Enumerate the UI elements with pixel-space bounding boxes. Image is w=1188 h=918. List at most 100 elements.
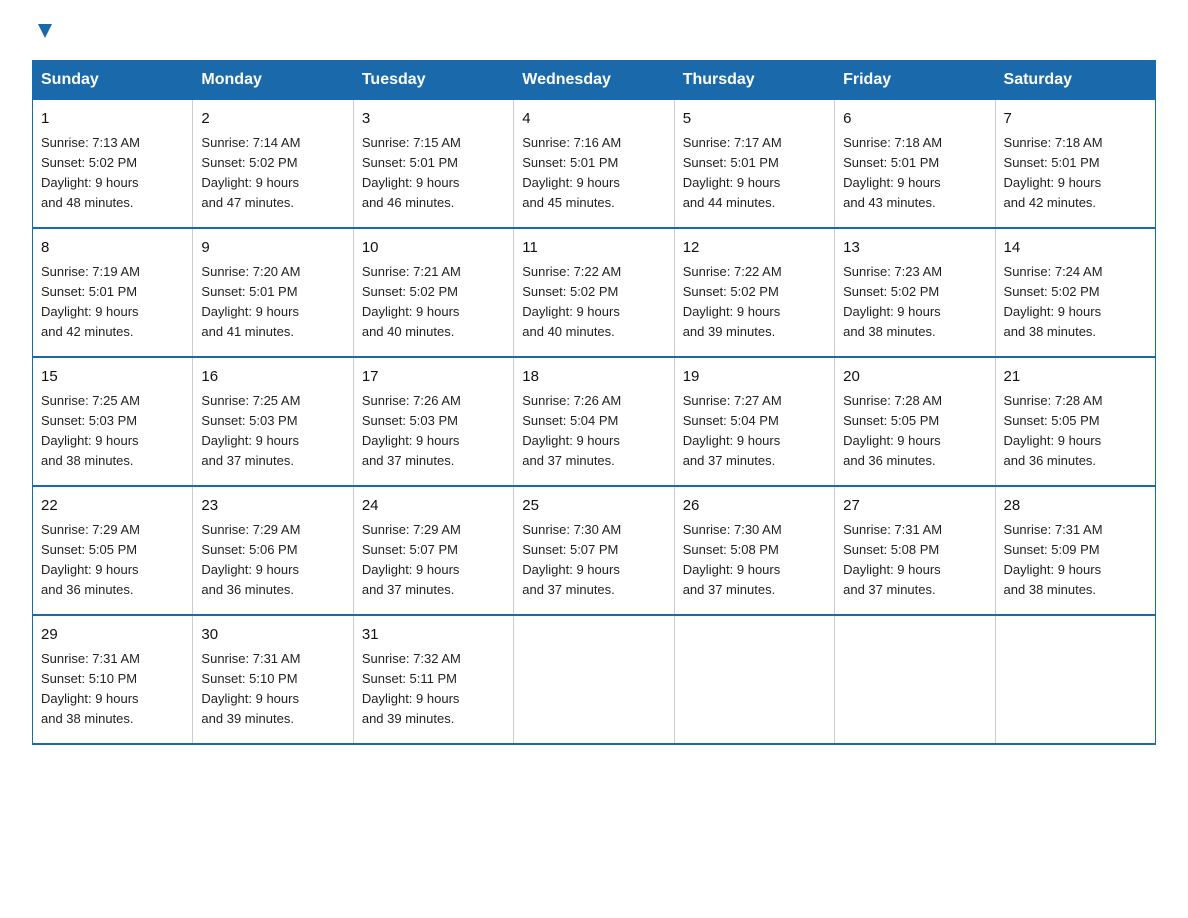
calendar-cell: 24 Sunrise: 7:29 AMSunset: 5:07 PMDaylig…: [353, 486, 513, 615]
day-number: 17: [362, 366, 505, 389]
weekday-header-tuesday: Tuesday: [353, 61, 513, 100]
weekday-header-thursday: Thursday: [674, 61, 834, 100]
page-header: [32, 24, 1156, 42]
calendar-cell: 19 Sunrise: 7:27 AMSunset: 5:04 PMDaylig…: [674, 357, 834, 486]
day-info: Sunrise: 7:22 AMSunset: 5:02 PMDaylight:…: [522, 262, 665, 343]
calendar-cell: [995, 615, 1155, 744]
calendar-cell: 22 Sunrise: 7:29 AMSunset: 5:05 PMDaylig…: [33, 486, 193, 615]
calendar-cell: 5 Sunrise: 7:17 AMSunset: 5:01 PMDayligh…: [674, 100, 834, 229]
day-number: 12: [683, 237, 826, 260]
weekday-header-monday: Monday: [193, 61, 353, 100]
day-info: Sunrise: 7:31 AMSunset: 5:10 PMDaylight:…: [41, 649, 184, 730]
weekday-header-friday: Friday: [835, 61, 995, 100]
day-info: Sunrise: 7:18 AMSunset: 5:01 PMDaylight:…: [843, 133, 986, 214]
calendar-cell: [674, 615, 834, 744]
day-number: 1: [41, 108, 184, 131]
week-row-3: 15 Sunrise: 7:25 AMSunset: 5:03 PMDaylig…: [33, 357, 1156, 486]
day-number: 23: [201, 495, 344, 518]
week-row-1: 1 Sunrise: 7:13 AMSunset: 5:02 PMDayligh…: [33, 100, 1156, 229]
day-number: 3: [362, 108, 505, 131]
day-info: Sunrise: 7:21 AMSunset: 5:02 PMDaylight:…: [362, 262, 505, 343]
calendar-cell: 9 Sunrise: 7:20 AMSunset: 5:01 PMDayligh…: [193, 228, 353, 357]
day-number: 7: [1004, 108, 1147, 131]
day-info: Sunrise: 7:23 AMSunset: 5:02 PMDaylight:…: [843, 262, 986, 343]
day-info: Sunrise: 7:29 AMSunset: 5:06 PMDaylight:…: [201, 520, 344, 601]
day-number: 15: [41, 366, 184, 389]
calendar-cell: [835, 615, 995, 744]
day-number: 2: [201, 108, 344, 131]
day-info: Sunrise: 7:20 AMSunset: 5:01 PMDaylight:…: [201, 262, 344, 343]
day-number: 20: [843, 366, 986, 389]
calendar-cell: 31 Sunrise: 7:32 AMSunset: 5:11 PMDaylig…: [353, 615, 513, 744]
day-number: 29: [41, 624, 184, 647]
weekday-header-saturday: Saturday: [995, 61, 1155, 100]
day-info: Sunrise: 7:32 AMSunset: 5:11 PMDaylight:…: [362, 649, 505, 730]
day-info: Sunrise: 7:13 AMSunset: 5:02 PMDaylight:…: [41, 133, 184, 214]
day-number: 21: [1004, 366, 1147, 389]
day-number: 5: [683, 108, 826, 131]
day-info: Sunrise: 7:16 AMSunset: 5:01 PMDaylight:…: [522, 133, 665, 214]
day-number: 4: [522, 108, 665, 131]
day-info: Sunrise: 7:29 AMSunset: 5:05 PMDaylight:…: [41, 520, 184, 601]
calendar-cell: 23 Sunrise: 7:29 AMSunset: 5:06 PMDaylig…: [193, 486, 353, 615]
day-info: Sunrise: 7:31 AMSunset: 5:10 PMDaylight:…: [201, 649, 344, 730]
day-number: 18: [522, 366, 665, 389]
week-row-5: 29 Sunrise: 7:31 AMSunset: 5:10 PMDaylig…: [33, 615, 1156, 744]
day-info: Sunrise: 7:28 AMSunset: 5:05 PMDaylight:…: [1004, 391, 1147, 472]
calendar-cell: 26 Sunrise: 7:30 AMSunset: 5:08 PMDaylig…: [674, 486, 834, 615]
calendar-cell: 17 Sunrise: 7:26 AMSunset: 5:03 PMDaylig…: [353, 357, 513, 486]
calendar-cell: 8 Sunrise: 7:19 AMSunset: 5:01 PMDayligh…: [33, 228, 193, 357]
day-number: 27: [843, 495, 986, 518]
day-info: Sunrise: 7:18 AMSunset: 5:01 PMDaylight:…: [1004, 133, 1147, 214]
day-info: Sunrise: 7:19 AMSunset: 5:01 PMDaylight:…: [41, 262, 184, 343]
calendar-cell: 25 Sunrise: 7:30 AMSunset: 5:07 PMDaylig…: [514, 486, 674, 615]
calendar-cell: 30 Sunrise: 7:31 AMSunset: 5:10 PMDaylig…: [193, 615, 353, 744]
logo: [32, 24, 56, 42]
day-number: 19: [683, 366, 826, 389]
calendar-cell: 13 Sunrise: 7:23 AMSunset: 5:02 PMDaylig…: [835, 228, 995, 357]
day-number: 14: [1004, 237, 1147, 260]
calendar-cell: 18 Sunrise: 7:26 AMSunset: 5:04 PMDaylig…: [514, 357, 674, 486]
day-number: 31: [362, 624, 505, 647]
day-info: Sunrise: 7:22 AMSunset: 5:02 PMDaylight:…: [683, 262, 826, 343]
day-info: Sunrise: 7:24 AMSunset: 5:02 PMDaylight:…: [1004, 262, 1147, 343]
calendar-cell: 16 Sunrise: 7:25 AMSunset: 5:03 PMDaylig…: [193, 357, 353, 486]
day-info: Sunrise: 7:29 AMSunset: 5:07 PMDaylight:…: [362, 520, 505, 601]
weekday-header-sunday: Sunday: [33, 61, 193, 100]
calendar-cell: 11 Sunrise: 7:22 AMSunset: 5:02 PMDaylig…: [514, 228, 674, 357]
day-info: Sunrise: 7:25 AMSunset: 5:03 PMDaylight:…: [41, 391, 184, 472]
calendar-cell: 20 Sunrise: 7:28 AMSunset: 5:05 PMDaylig…: [835, 357, 995, 486]
weekday-header-row: SundayMondayTuesdayWednesdayThursdayFrid…: [33, 61, 1156, 100]
calendar-cell: 1 Sunrise: 7:13 AMSunset: 5:02 PMDayligh…: [33, 100, 193, 229]
week-row-2: 8 Sunrise: 7:19 AMSunset: 5:01 PMDayligh…: [33, 228, 1156, 357]
day-info: Sunrise: 7:26 AMSunset: 5:04 PMDaylight:…: [522, 391, 665, 472]
day-number: 8: [41, 237, 184, 260]
calendar-cell: 4 Sunrise: 7:16 AMSunset: 5:01 PMDayligh…: [514, 100, 674, 229]
week-row-4: 22 Sunrise: 7:29 AMSunset: 5:05 PMDaylig…: [33, 486, 1156, 615]
day-number: 22: [41, 495, 184, 518]
day-number: 28: [1004, 495, 1147, 518]
day-number: 9: [201, 237, 344, 260]
calendar-cell: 29 Sunrise: 7:31 AMSunset: 5:10 PMDaylig…: [33, 615, 193, 744]
calendar-cell: 27 Sunrise: 7:31 AMSunset: 5:08 PMDaylig…: [835, 486, 995, 615]
calendar-cell: 3 Sunrise: 7:15 AMSunset: 5:01 PMDayligh…: [353, 100, 513, 229]
day-info: Sunrise: 7:28 AMSunset: 5:05 PMDaylight:…: [843, 391, 986, 472]
day-number: 26: [683, 495, 826, 518]
day-info: Sunrise: 7:31 AMSunset: 5:09 PMDaylight:…: [1004, 520, 1147, 601]
day-number: 24: [362, 495, 505, 518]
day-number: 10: [362, 237, 505, 260]
day-info: Sunrise: 7:30 AMSunset: 5:08 PMDaylight:…: [683, 520, 826, 601]
day-number: 30: [201, 624, 344, 647]
calendar-cell: 21 Sunrise: 7:28 AMSunset: 5:05 PMDaylig…: [995, 357, 1155, 486]
day-info: Sunrise: 7:27 AMSunset: 5:04 PMDaylight:…: [683, 391, 826, 472]
day-number: 25: [522, 495, 665, 518]
calendar-cell: 10 Sunrise: 7:21 AMSunset: 5:02 PMDaylig…: [353, 228, 513, 357]
calendar-cell: 7 Sunrise: 7:18 AMSunset: 5:01 PMDayligh…: [995, 100, 1155, 229]
day-info: Sunrise: 7:30 AMSunset: 5:07 PMDaylight:…: [522, 520, 665, 601]
day-info: Sunrise: 7:26 AMSunset: 5:03 PMDaylight:…: [362, 391, 505, 472]
calendar-cell: 2 Sunrise: 7:14 AMSunset: 5:02 PMDayligh…: [193, 100, 353, 229]
calendar-table: SundayMondayTuesdayWednesdayThursdayFrid…: [32, 60, 1156, 745]
day-info: Sunrise: 7:14 AMSunset: 5:02 PMDaylight:…: [201, 133, 344, 214]
calendar-cell: 28 Sunrise: 7:31 AMSunset: 5:09 PMDaylig…: [995, 486, 1155, 615]
day-number: 16: [201, 366, 344, 389]
